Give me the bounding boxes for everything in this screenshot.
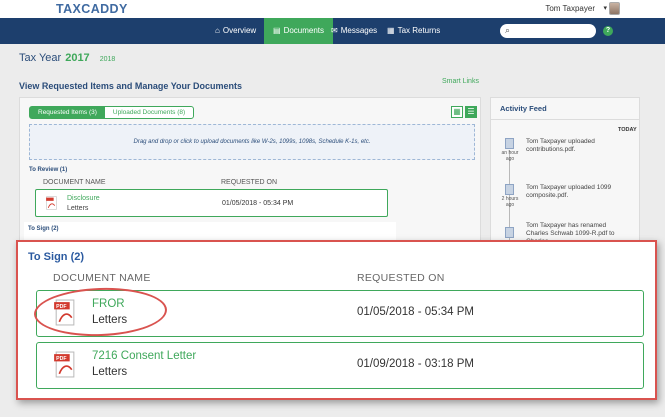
dropzone-text: Drag and drop or click to upload documen… bbox=[133, 139, 371, 145]
column-header-document-name: DOCUMENT NAME bbox=[43, 179, 106, 186]
nav-item-label: Tax Returns bbox=[397, 26, 441, 35]
tax-year-current[interactable]: 2017 bbox=[65, 52, 89, 64]
table-row[interactable]: Disclosure Letters 01/05/2018 - 05:34 PM bbox=[35, 189, 388, 217]
divider bbox=[490, 119, 640, 120]
activity-feed-title: Activity Feed bbox=[500, 104, 547, 113]
activity-text: Tom Taxpayer uploaded contributions.pdf. bbox=[526, 138, 595, 153]
requested-date: 01/05/2018 - 05:34 PM bbox=[222, 200, 294, 207]
document-category: Letters bbox=[92, 366, 128, 378]
avatar[interactable] bbox=[609, 2, 620, 15]
search-icon: ⌕ bbox=[505, 25, 511, 35]
document-name-link[interactable]: Disclosure bbox=[67, 195, 100, 202]
column-header-requested-on: REQUESTED ON bbox=[357, 272, 445, 284]
main-nav: ⌂ Overview ▤ Documents ✉ Messages ▦ Tax Retu… bbox=[0, 18, 665, 44]
requested-date: 01/05/2018 - 05:34 PM bbox=[357, 306, 474, 318]
to-review-heading: To Review (1) bbox=[29, 167, 68, 173]
document-category: Letters bbox=[67, 205, 89, 212]
smart-links-link[interactable]: Smart Links bbox=[442, 78, 479, 85]
page-title: View Requested Items and Manage Your Doc… bbox=[19, 81, 243, 91]
taxcaddy-logo[interactable]: TAXCADDY bbox=[56, 2, 128, 16]
pdf-icon bbox=[46, 196, 57, 210]
upload-dropzone[interactable]: Drag and drop or click to upload documen… bbox=[29, 124, 475, 160]
tax-year-other[interactable]: 2018 bbox=[100, 56, 116, 63]
activity-time: 2 hours ago bbox=[501, 196, 519, 208]
help-icon[interactable]: ? bbox=[603, 26, 613, 36]
search-input[interactable]: ⌕ bbox=[500, 24, 596, 38]
nav-item-label: Overview bbox=[222, 26, 257, 35]
document-name-link[interactable]: 7216 Consent Letter bbox=[92, 350, 196, 362]
top-bar: TAXCADDY Tom Taxpayer ▾ bbox=[0, 0, 665, 18]
tax-returns-icon: ▦ bbox=[387, 26, 395, 35]
message-icon: ✉ bbox=[331, 26, 338, 35]
user-name[interactable]: Tom Taxpayer bbox=[545, 4, 595, 13]
column-header-requested-on: REQUESTED ON bbox=[221, 179, 278, 186]
nav-item-overview[interactable]: ⌂ Overview bbox=[215, 18, 256, 44]
pdf-icon: PDF bbox=[54, 351, 75, 378]
tax-year-selector: Tax Year 2017 2018 bbox=[19, 52, 115, 64]
nav-item-label: Messages bbox=[340, 26, 378, 35]
home-icon: ⌂ bbox=[215, 26, 220, 35]
column-header-document-name: DOCUMENT NAME bbox=[53, 272, 151, 284]
grid-view-icon[interactable]: ▦ bbox=[451, 106, 463, 118]
tab-uploaded-documents[interactable]: Uploaded Documents (8) bbox=[105, 107, 193, 118]
requested-date: 01/09/2018 - 03:18 PM bbox=[357, 358, 474, 370]
table-row[interactable]: PDF 7216 Consent Letter Letters 01/09/20… bbox=[36, 342, 644, 389]
tax-year-label: Tax Year bbox=[19, 52, 62, 64]
to-sign-heading-small: To Sign (2) bbox=[28, 226, 59, 232]
nav-item-messages[interactable]: ✉ Messages bbox=[331, 18, 377, 44]
list-view-icon[interactable]: ☰ bbox=[465, 106, 477, 118]
document-icon bbox=[505, 184, 514, 195]
to-sign-heading: To Sign (2) bbox=[28, 251, 85, 263]
document-icon bbox=[505, 227, 514, 238]
activity-text: Tom Taxpayer uploaded 1099 composite.pdf… bbox=[526, 184, 612, 199]
chevron-down-icon[interactable]: ▾ bbox=[603, 4, 607, 12]
document-tabs: Requested Items (3) Uploaded Documents (… bbox=[29, 106, 195, 119]
nav-item-label: Documents bbox=[283, 26, 325, 35]
document-icon: ▤ bbox=[273, 26, 281, 35]
svg-text:PDF: PDF bbox=[56, 356, 66, 362]
activity-time: an hour ago bbox=[501, 150, 519, 162]
tab-requested-items[interactable]: Requested Items (3) bbox=[30, 107, 105, 118]
nav-item-tax-returns[interactable]: ▦ Tax Returns bbox=[387, 18, 440, 44]
activity-feed-today: TODAY bbox=[618, 127, 637, 133]
document-icon bbox=[505, 138, 514, 149]
nav-item-documents[interactable]: ▤ Documents bbox=[264, 18, 334, 44]
